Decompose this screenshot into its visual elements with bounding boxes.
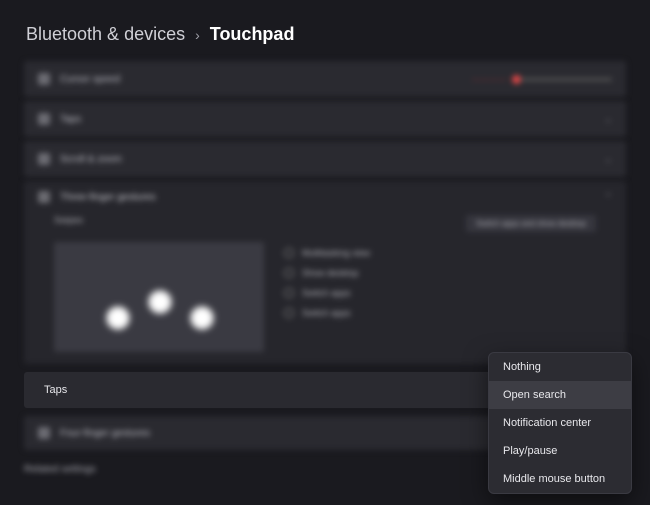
gesture-icon xyxy=(38,427,50,439)
gesture-options: Multitasking view Show desktop Switch ap… xyxy=(284,242,370,318)
row-cursor-speed[interactable]: Cursor speed ———— xyxy=(24,61,626,97)
row-scroll-zoom[interactable]: Scroll & zoom ⌄ xyxy=(24,141,626,177)
radio-option[interactable]: Show desktop xyxy=(284,268,370,278)
gesture-preview xyxy=(54,242,264,352)
row-taps[interactable]: Taps ⌄ xyxy=(24,101,626,137)
radio-icon xyxy=(284,248,294,258)
chevron-up-icon: ⌃ xyxy=(604,192,612,203)
scroll-icon xyxy=(38,153,50,165)
breadcrumb-current: Touchpad xyxy=(210,24,295,45)
radio-icon xyxy=(284,288,294,298)
menu-item-notification-center[interactable]: Notification center xyxy=(489,409,631,437)
menu-item-open-search[interactable]: Open search xyxy=(489,381,631,409)
row-label: Cursor speed xyxy=(60,74,120,85)
breadcrumb: Bluetooth & devices › Touchpad xyxy=(0,0,650,61)
chevron-right-icon: › xyxy=(195,27,200,43)
menu-item-play-pause[interactable]: Play/pause xyxy=(489,437,631,465)
gesture-icon xyxy=(38,191,50,203)
chevron-down-icon: ⌄ xyxy=(604,114,612,125)
row-label: Scroll & zoom xyxy=(60,154,122,165)
tap-icon xyxy=(38,113,50,125)
taps-context-menu: Nothing Open search Notification center … xyxy=(488,352,632,494)
touch-dot-icon xyxy=(146,288,174,316)
row-label: Taps xyxy=(44,384,67,396)
radio-icon xyxy=(284,308,294,318)
row-three-finger-gestures: Three-finger gestures ⌃ Swipes Switch ap… xyxy=(24,181,626,364)
touch-dot-icon xyxy=(188,304,216,332)
cursor-icon xyxy=(38,73,50,85)
swipes-dropdown[interactable]: Switch apps and show desktop xyxy=(466,215,596,232)
cursor-speed-slider[interactable] xyxy=(512,78,612,81)
row-label: Taps xyxy=(60,114,81,125)
menu-item-nothing[interactable]: Nothing xyxy=(489,353,631,381)
row-label: Four-finger gestures xyxy=(60,428,150,439)
radio-option[interactable]: Switch apps xyxy=(284,308,370,318)
chevron-down-icon: ⌄ xyxy=(604,154,612,165)
row-label: Three-finger gestures xyxy=(60,192,156,203)
radio-option[interactable]: Multitasking view xyxy=(284,248,370,258)
row-header[interactable]: Three-finger gestures ⌃ xyxy=(24,181,626,213)
touch-dot-icon xyxy=(104,304,132,332)
radio-option[interactable]: Switch apps xyxy=(284,288,370,298)
breadcrumb-parent[interactable]: Bluetooth & devices xyxy=(26,24,185,45)
menu-item-middle-mouse[interactable]: Middle mouse button xyxy=(489,465,631,493)
radio-icon xyxy=(284,268,294,278)
slider-label: ———— xyxy=(472,75,508,84)
subsection-label: Swipes xyxy=(54,215,83,232)
